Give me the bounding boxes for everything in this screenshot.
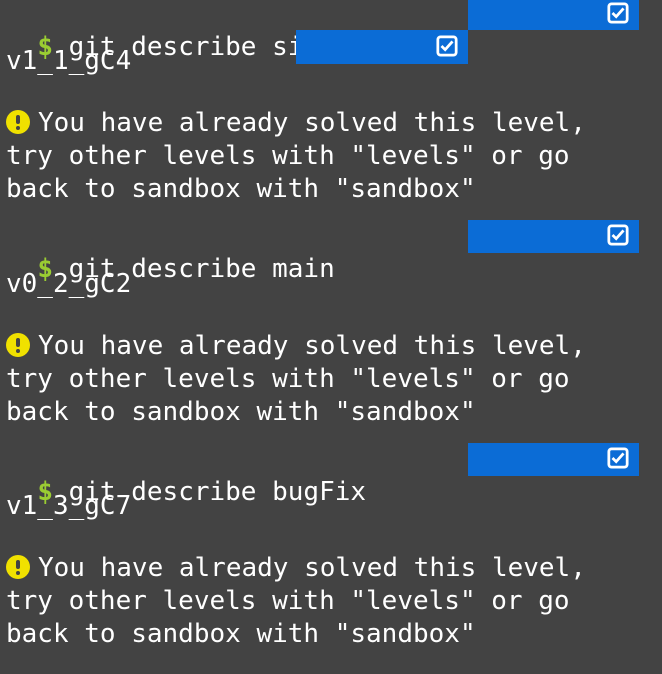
command-status-bar-3 — [468, 443, 639, 476]
message-line-1-3: back to sandbox with "sandbox" — [6, 174, 476, 204]
checkbox-checked-icon — [607, 224, 629, 246]
message-line-2-1: You have already solved this level, — [6, 330, 586, 363]
exclamation-circle-icon — [6, 555, 30, 579]
command-output-2: v0_2_gC2 — [6, 269, 132, 299]
message-line-2-2: try other levels with "levels" or go — [6, 364, 570, 394]
exclamation-circle-icon — [6, 333, 30, 357]
message-line-3-3: back to sandbox with "sandbox" — [6, 619, 476, 649]
checkbox-checked-icon — [607, 447, 629, 469]
message-line-1-2: try other levels with "levels" or go — [6, 141, 570, 171]
message-line-1-1: You have already solved this level, — [6, 107, 586, 140]
command-output-3: v1_3_gC7 — [6, 491, 132, 521]
message-line-3-2: try other levels with "levels" or go — [6, 586, 570, 616]
checkbox-checked-icon — [607, 2, 629, 24]
command-output-1: v1_1_gC4 — [6, 46, 132, 76]
message-line-2-3: back to sandbox with "sandbox" — [6, 397, 476, 427]
command-status-bar-1 — [468, 0, 639, 30]
checkbox-checked-icon — [436, 35, 458, 57]
message-line-3-1: You have already solved this level, — [6, 552, 586, 585]
command-status-bar-1b — [296, 30, 468, 64]
command-status-bar-2 — [468, 220, 639, 253]
exclamation-circle-icon — [6, 110, 30, 134]
